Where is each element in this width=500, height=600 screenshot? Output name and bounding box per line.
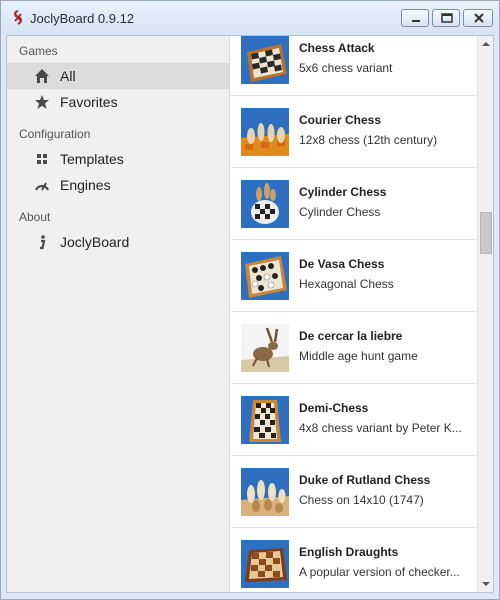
vertical-scrollbar[interactable] <box>477 36 493 592</box>
game-description: Hexagonal Chess <box>299 277 394 291</box>
hare-thumbnail <box>241 324 289 372</box>
title-bar[interactable]: JoclyBoard 0.9.12 <box>1 1 499 35</box>
game-list: Chess Attack 5x6 chess variant Courier C… <box>231 36 477 592</box>
game-description: 12x8 chess (12th century) <box>299 133 438 147</box>
game-description: 4x8 chess variant by Peter K... <box>299 421 462 435</box>
section-header-games: Games <box>19 44 58 58</box>
section-header-configuration: Configuration <box>19 127 91 141</box>
chess-pieces-thumbnail <box>241 468 289 516</box>
window-title: JoclyBoard 0.9.12 <box>30 11 135 26</box>
gauge-icon <box>34 182 50 191</box>
home-icon <box>35 69 49 83</box>
sidebar-item-all[interactable]: All <box>7 63 229 89</box>
sidebar-item-joclyboard[interactable]: JoclyBoard <box>7 229 229 255</box>
game-description: Cylinder Chess <box>299 205 381 219</box>
scroll-up-arrow-icon[interactable] <box>478 36 494 52</box>
client-area: Games All Favorites Configuration Templa… <box>6 35 494 593</box>
list-item[interactable]: De Vasa Chess Hexagonal Chess <box>231 240 477 312</box>
list-item[interactable]: Courier Chess 12x8 chess (12th century) <box>231 96 477 168</box>
minimize-button[interactable] <box>401 9 429 27</box>
close-button[interactable] <box>463 9 493 27</box>
star-icon <box>35 95 49 109</box>
info-icon <box>40 235 46 250</box>
list-item[interactable]: English Draughts A popular version of ch… <box>231 528 477 592</box>
app-window: JoclyBoard 0.9.12 Games All Favorites Co… <box>0 0 500 600</box>
sidebar-item-engines[interactable]: Engines <box>7 172 229 198</box>
game-name: Courier Chess <box>299 113 382 127</box>
game-description: A popular version of checker... <box>299 565 460 579</box>
sidebar-item-label: Favorites <box>60 94 118 110</box>
sidebar-item-label: JoclyBoard <box>60 234 130 250</box>
game-description: 5x6 chess variant <box>299 61 393 75</box>
list-item[interactable]: Demi-Chess 4x8 chess variant by Peter K.… <box>231 384 477 456</box>
game-name: Chess Attack <box>299 41 375 55</box>
draughts-board-thumbnail <box>241 540 289 588</box>
cylinder-board-thumbnail <box>241 180 289 228</box>
maximize-icon <box>441 13 453 23</box>
game-name: De cercar la liebre <box>299 329 403 343</box>
jocly-knot-icon <box>14 10 22 25</box>
game-name: Cylinder Chess <box>299 185 387 199</box>
chessboard-thumbnail <box>241 36 289 84</box>
grid-icon <box>37 154 47 164</box>
game-description: Chess on 14x10 (1747) <box>299 493 424 507</box>
sidebar-item-label: All <box>60 68 76 84</box>
sidebar-item-favorites[interactable]: Favorites <box>7 89 229 115</box>
sidebar: Games All Favorites Configuration Templa… <box>7 36 230 592</box>
minimize-icon <box>412 20 420 22</box>
sidebar-item-label: Templates <box>60 151 124 167</box>
sidebar-item-templates[interactable]: Templates <box>7 146 229 172</box>
sidebar-item-label: Engines <box>60 177 111 193</box>
game-name: Demi-Chess <box>299 401 369 415</box>
chess-pieces-thumbnail <box>241 108 289 156</box>
game-name: De Vasa Chess <box>299 257 385 271</box>
list-item[interactable]: De cercar la liebre Middle age hunt game <box>231 312 477 384</box>
hex-board-thumbnail <box>241 252 289 300</box>
game-description: Middle age hunt game <box>299 349 418 363</box>
close-icon <box>474 13 484 23</box>
game-name: English Draughts <box>299 545 399 559</box>
game-name: Duke of Rutland Chess <box>299 473 431 487</box>
narrow-board-thumbnail <box>241 396 289 444</box>
section-header-about: About <box>19 210 51 224</box>
list-item[interactable]: Chess Attack 5x6 chess variant <box>231 36 477 96</box>
list-item[interactable]: Cylinder Chess Cylinder Chess <box>231 168 477 240</box>
list-item[interactable]: Duke of Rutland Chess Chess on 14x10 (17… <box>231 456 477 528</box>
scroll-down-arrow-icon[interactable] <box>478 576 494 592</box>
scrollbar-thumb[interactable] <box>480 212 492 254</box>
maximize-button[interactable] <box>432 9 460 27</box>
